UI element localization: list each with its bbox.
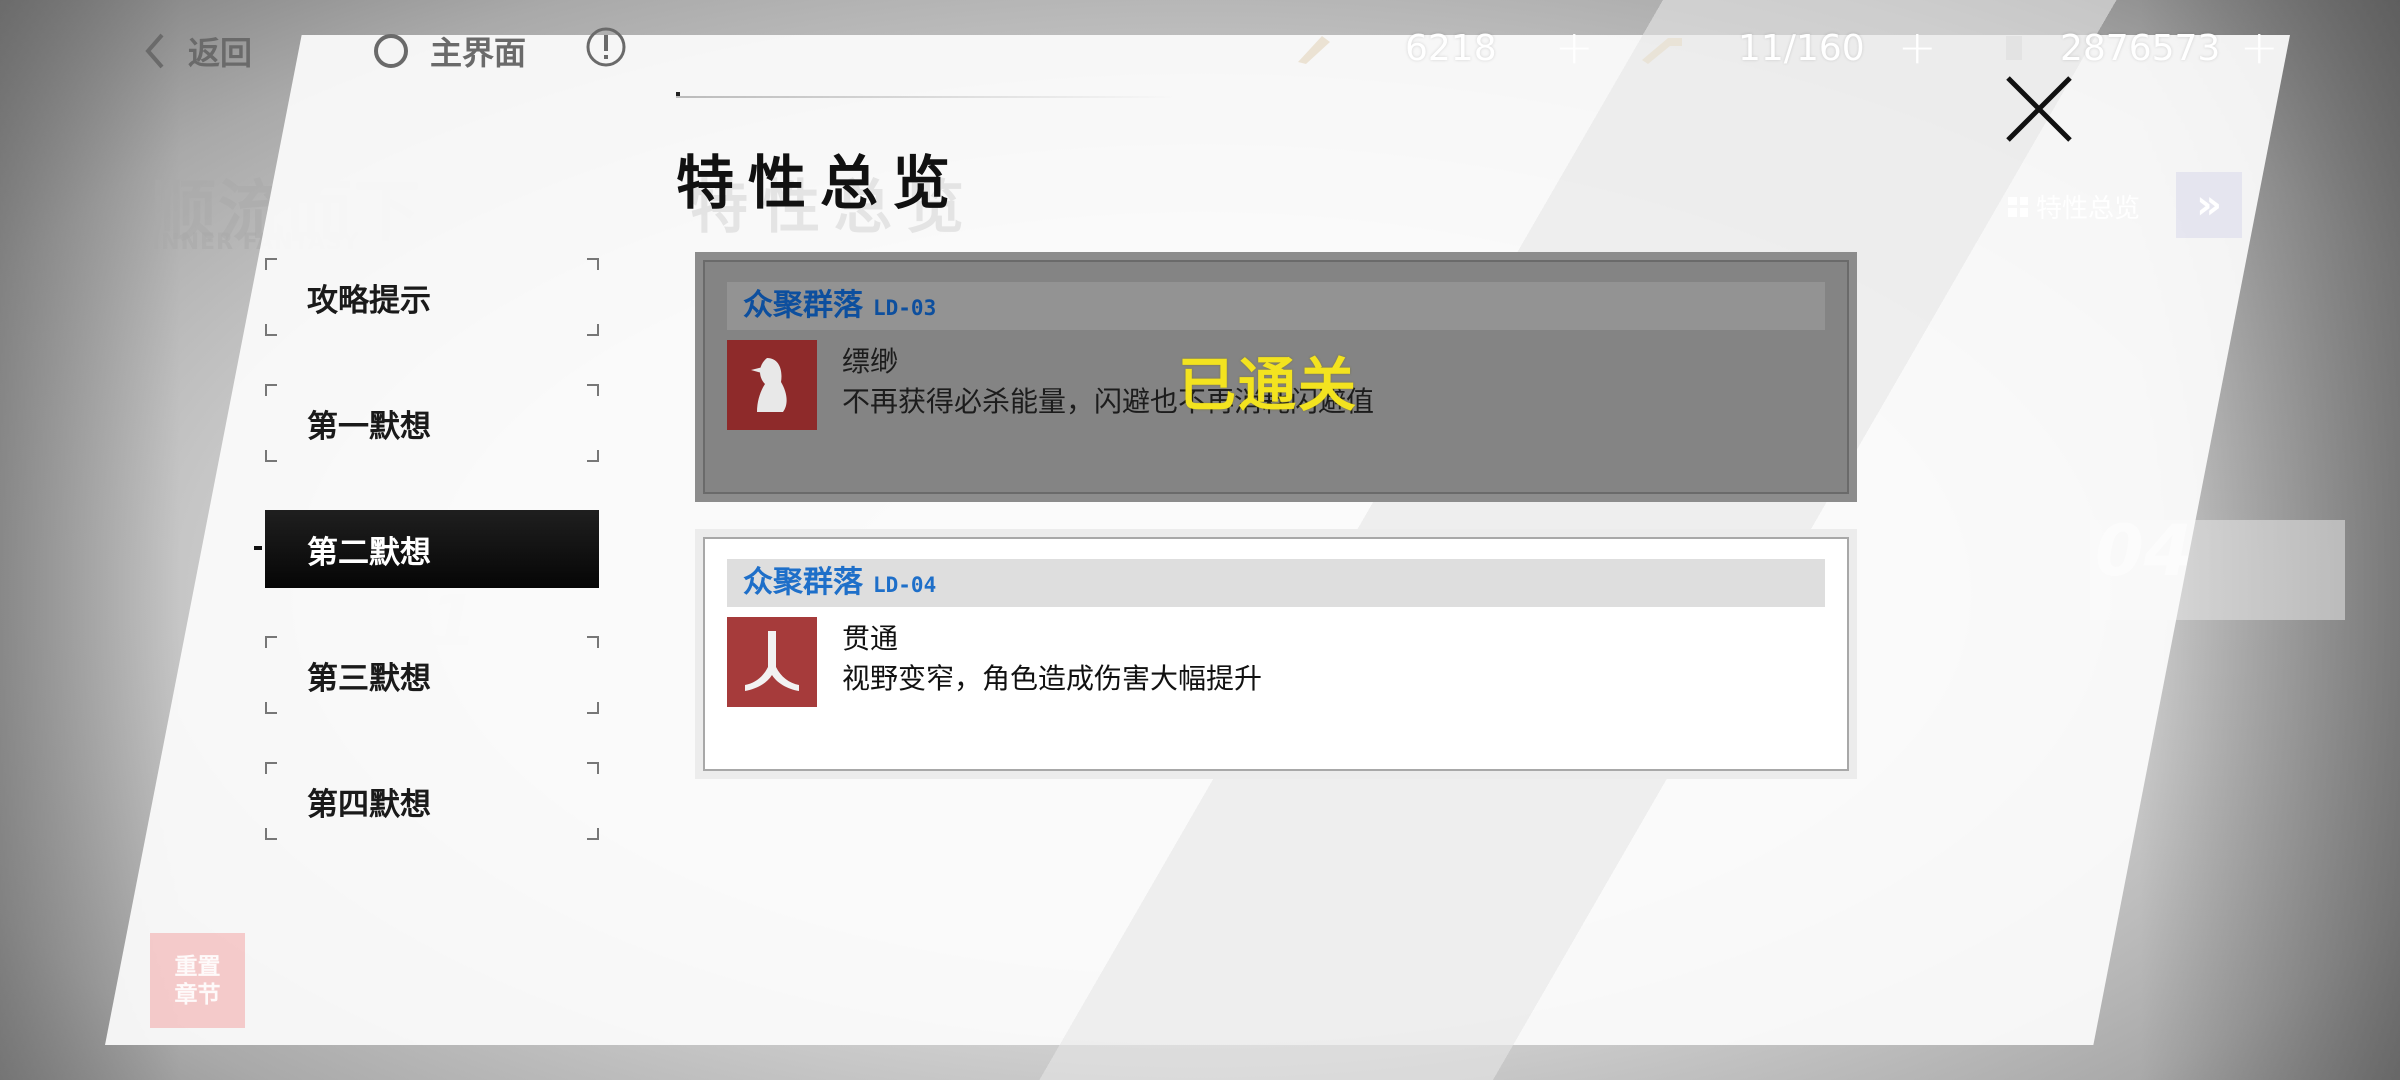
nav-item-label: 第一默想 bbox=[307, 408, 431, 445]
double-chevron-right-button[interactable]: » bbox=[2176, 172, 2242, 238]
reset-chapter-label: 重置 bbox=[174, 953, 221, 980]
add-currency-button[interactable]: + bbox=[1555, 24, 1594, 70]
trait-title: 缥缈 bbox=[842, 345, 899, 378]
close-button[interactable] bbox=[2004, 74, 2074, 144]
nav-item-meditation-1[interactable]: 第一默想 bbox=[265, 384, 599, 462]
coin-icon bbox=[2000, 30, 2028, 66]
overview-tag[interactable]: 特性总览 bbox=[2008, 188, 2140, 225]
trait-card-header: 众聚群落 LD-04 bbox=[727, 559, 1825, 607]
trait-description: 视野变窄，角色造成伤害大幅提升 bbox=[842, 662, 1263, 695]
reset-chapter-button[interactable]: 重置 章节 bbox=[150, 933, 245, 1028]
add-currency-button[interactable]: + bbox=[2240, 24, 2279, 70]
page-title: 特性总览 bbox=[676, 149, 965, 217]
grid-icon bbox=[2008, 196, 2028, 217]
home-button[interactable]: 主界面 bbox=[372, 28, 526, 74]
overview-tag-label: 特性总览 bbox=[2036, 194, 2141, 224]
trait-stage-name: 众聚群落 bbox=[743, 565, 863, 600]
currency-value: 2876573 bbox=[2060, 28, 2221, 69]
currency-value: 11/160 bbox=[1738, 28, 1865, 69]
exclamation-info-icon bbox=[585, 26, 627, 68]
add-currency-button[interactable]: + bbox=[1898, 24, 1937, 70]
chevron-left-icon bbox=[142, 31, 168, 71]
pen-icon bbox=[1292, 30, 1336, 66]
trait-stage-code: LD-04 bbox=[873, 573, 937, 597]
trait-card[interactable]: 众聚群落 LD-04 贯通 视野变窄，角色造成伤害大幅提升 bbox=[695, 529, 1857, 779]
trait-stage-name: 众聚群落 bbox=[743, 288, 863, 323]
nav-item-strategy-tips[interactable]: 攻略提示 bbox=[265, 258, 599, 336]
close-icon bbox=[2006, 76, 2072, 142]
pierce-icon bbox=[727, 617, 817, 707]
back-label: 返回 bbox=[188, 34, 253, 72]
trait-title: 贯通 bbox=[842, 622, 899, 655]
cleared-status-label: 已通关 bbox=[1178, 351, 1359, 419]
reset-chapter-label: 章节 bbox=[174, 981, 221, 1008]
home-label: 主界面 bbox=[430, 34, 527, 72]
nav-item-label: 第三默想 bbox=[307, 660, 431, 697]
circle-home-icon bbox=[372, 32, 410, 70]
info-button[interactable] bbox=[585, 26, 627, 68]
nav-item-meditation-4[interactable]: 第四默想 bbox=[265, 762, 599, 840]
nav-active-marker bbox=[254, 546, 262, 550]
nav-item-label: 第四默想 bbox=[307, 786, 431, 823]
heading-dot bbox=[676, 92, 680, 96]
nav-item-meditation-3[interactable]: 第三默想 bbox=[265, 636, 599, 714]
back-button[interactable]: 返回 bbox=[142, 28, 252, 74]
currency-value: 6218 bbox=[1405, 28, 1497, 69]
nav-item-label: 攻略提示 bbox=[307, 282, 431, 319]
trait-stage-code: LD-03 bbox=[873, 296, 937, 320]
nav-item-label: 第二默想 bbox=[307, 534, 431, 571]
trait-card-header: 众聚群落 LD-03 bbox=[727, 282, 1825, 330]
penguin-icon bbox=[727, 340, 817, 430]
heading-divider bbox=[676, 96, 1176, 98]
nav-item-meditation-2[interactable]: 第二默想 bbox=[265, 510, 599, 588]
key-icon bbox=[1638, 30, 1682, 66]
